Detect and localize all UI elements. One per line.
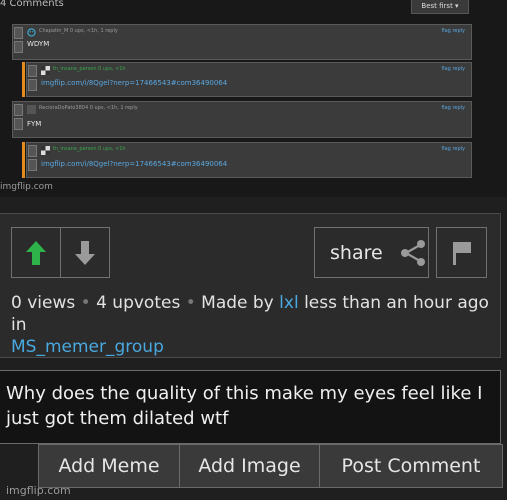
- add-meme-label: Add Meme: [58, 455, 160, 477]
- reply-indicator: [22, 62, 25, 97]
- upvote-arrow-icon: [26, 240, 46, 265]
- comment-votes: [27, 143, 37, 177]
- embedded-comment: RecioraDoPato3804 0 ups, <1h, 1 reply fl…: [12, 101, 472, 138]
- post-comment-label: Post Comment: [341, 455, 481, 477]
- embedded-comment: Chapatin_M 0 ups, <1h, 1 reply flag repl…: [12, 24, 472, 60]
- comment-text: WDYM: [27, 40, 50, 48]
- avatar: [41, 66, 50, 75]
- comment-username: fn_insane_person 0 ups, <1h: [53, 66, 126, 72]
- comment-votes: [13, 102, 23, 137]
- add-image-label: Add Image: [198, 455, 301, 477]
- comment-text: FYM: [27, 120, 42, 128]
- add-meme-button[interactable]: Add Meme: [38, 444, 180, 488]
- share-label: share: [330, 241, 383, 264]
- flag-button[interactable]: [436, 227, 487, 278]
- comment-link: imgflip.com/i/8Qgel?nerp=17466543#com364…: [41, 79, 228, 87]
- avatar: [41, 146, 50, 155]
- comment-reply-link: flag reply: [441, 146, 465, 152]
- comment-votes: [13, 25, 23, 59]
- upvote-count: 4 upvotes: [96, 293, 181, 313]
- flag-icon: [452, 241, 471, 265]
- avatar: [27, 105, 36, 114]
- vote-buttons: [11, 227, 110, 278]
- comment-link: imgflip.com/i/8Qgel?nerp=17466543#com364…: [41, 160, 228, 168]
- downvote-arrow-icon: [75, 240, 95, 265]
- post-comment-button[interactable]: Post Comment: [319, 444, 503, 488]
- comment-votes: [27, 63, 37, 96]
- post-stats: 0 views • 4 upvotes • Made by lxl less t…: [11, 292, 496, 358]
- made-by-label: Made by: [201, 293, 274, 313]
- reply-indicator: [22, 142, 25, 178]
- comment-username: fn_insane_person 0 ups, <1h: [53, 146, 126, 152]
- comment-reply-link: flag reply: [441, 66, 465, 72]
- comment-input-text: Why does the quality of this make my eye…: [6, 383, 483, 429]
- separator-dot: •: [185, 293, 196, 313]
- comment-username: Chapatin_M 0 ups, <1h, 1 reply: [39, 28, 118, 34]
- watermark: imgflip.com: [6, 484, 71, 497]
- separator-dot: •: [80, 293, 91, 313]
- author-link[interactable]: lxl: [279, 293, 299, 313]
- comments-header: 4 Comments Best first ▾: [0, 0, 507, 14]
- share-button[interactable]: share: [314, 227, 429, 278]
- comment-username: RecioraDoPato3804 0 ups, <1h, 1 reply: [39, 105, 138, 111]
- embedded-comment: fn_insane_person 0 ups, <1h flag reply i…: [26, 142, 472, 178]
- comment-reply-link: flag reply: [441, 105, 465, 111]
- comment-reply-link: flag reply: [441, 28, 465, 34]
- embedded-comments-image: 4 Comments Best first ▾ Chapatin_M 0 ups…: [0, 0, 507, 197]
- stream-link[interactable]: MS_memer_group: [11, 337, 164, 357]
- embedded-comment: fn_insane_person 0 ups, <1h flag reply i…: [26, 62, 472, 97]
- add-image-button[interactable]: Add Image: [179, 444, 320, 488]
- comments-title: 4 Comments: [0, 0, 64, 9]
- share-icon: [400, 239, 425, 266]
- view-count: 0 views: [11, 293, 76, 313]
- avatar: [27, 28, 36, 37]
- embedded-watermark: imgflip.com: [0, 182, 53, 192]
- upvote-button[interactable]: [12, 228, 61, 277]
- sort-dropdown: Best first ▾: [411, 0, 469, 14]
- downvote-button[interactable]: [61, 228, 109, 277]
